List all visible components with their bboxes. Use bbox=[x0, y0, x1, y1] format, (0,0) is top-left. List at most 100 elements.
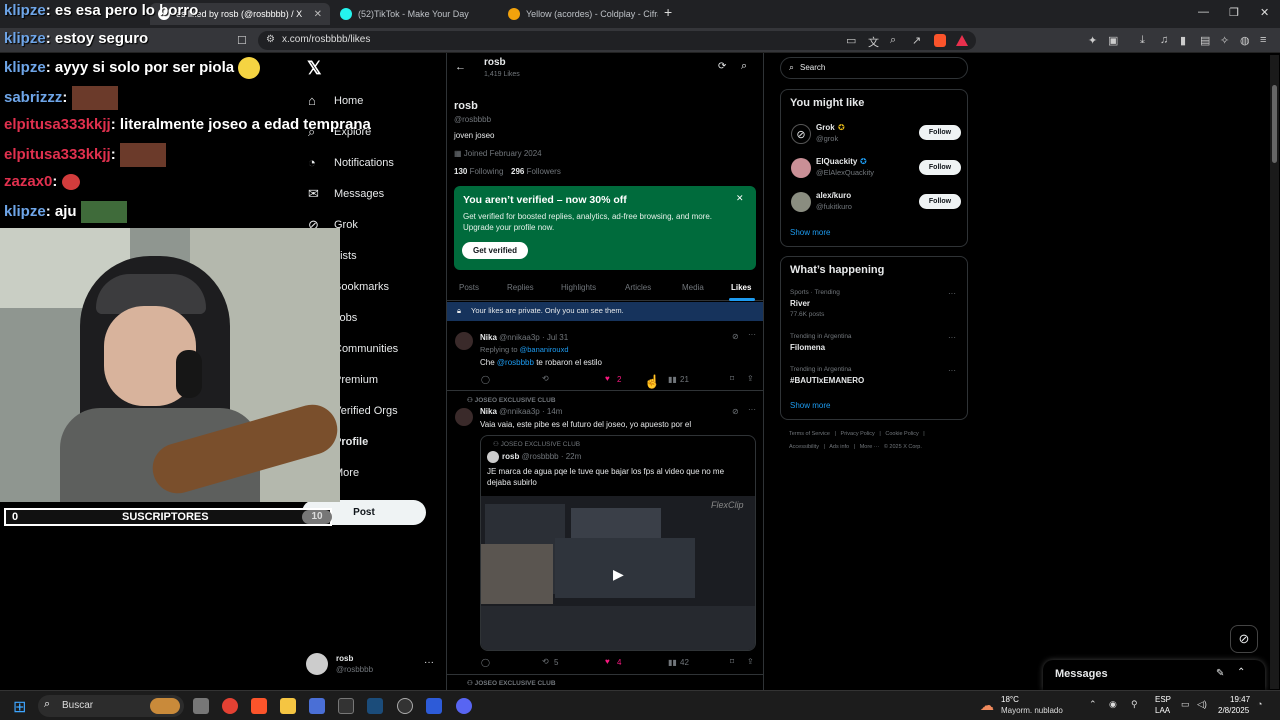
scrollbar-thumb[interactable] bbox=[1272, 85, 1277, 163]
notification-bell-icon[interactable]: ◔ bbox=[1257, 699, 1262, 709]
grok-icon[interactable]: ⊘ bbox=[732, 332, 739, 341]
messages-drawer[interactable]: Messages ✎ ⌃ bbox=[1043, 660, 1265, 690]
lang-layout[interactable]: LAA bbox=[1155, 706, 1170, 715]
share-tweet-icon[interactable]: ⇪ bbox=[747, 374, 754, 383]
tweet-card[interactable]: Nika @nnikaa3p · Jul 31 Replying to @ban… bbox=[447, 324, 763, 391]
like-icon[interactable]: ♥ bbox=[605, 374, 610, 383]
site-info-icon[interactable]: ⚙ bbox=[266, 34, 275, 45]
tab-coldplay[interactable]: Yellow (acordes) - Coldplay - Cifra Cl bbox=[500, 3, 658, 25]
tab-replies[interactable]: Replies bbox=[507, 283, 534, 292]
nav-notifications[interactable]: ◔ Notifications bbox=[308, 155, 394, 170]
brave-rewards-icon[interactable] bbox=[956, 35, 968, 46]
close-tab-icon[interactable]: ✕ bbox=[314, 9, 322, 20]
follow-button[interactable]: Follow bbox=[919, 160, 961, 175]
menu-icon[interactable]: ≡ bbox=[1260, 34, 1266, 46]
more-dots-icon[interactable]: ··· bbox=[748, 330, 756, 339]
volume-icon[interactable]: ◁) bbox=[1197, 699, 1207, 710]
vpn-icon[interactable]: ◍ bbox=[1240, 34, 1250, 47]
chrome-icon[interactable] bbox=[222, 698, 238, 714]
follow-button[interactable]: Follow bbox=[919, 125, 961, 140]
views-icon[interactable]: ▮▮ bbox=[668, 658, 677, 667]
nav-home[interactable]: ⌂ Home bbox=[308, 93, 363, 108]
wallet-icon[interactable]: ▣ bbox=[1108, 34, 1118, 47]
close-window-icon[interactable]: ✕ bbox=[1260, 6, 1269, 19]
wallet2-icon[interactable]: ▤ bbox=[1200, 34, 1210, 47]
store-icon[interactable] bbox=[309, 698, 325, 714]
taskbar-search[interactable]: ⌕ Buscar bbox=[38, 695, 184, 717]
zoom-icon[interactable]: ⌕ bbox=[890, 34, 896, 47]
followers-link[interactable]: 296 Followers bbox=[511, 167, 561, 176]
screen-icon[interactable]: ▭ bbox=[846, 34, 856, 47]
lang-code[interactable]: ESP bbox=[1155, 695, 1171, 704]
back-arrow-icon[interactable]: ← bbox=[455, 61, 466, 73]
search-profile-icon[interactable]: ⌕ bbox=[741, 60, 747, 73]
address-bar[interactable]: ⚙ x.com/rosbbbb/likes ▭ 文 ⌕ ↗ bbox=[258, 31, 976, 50]
bookmark-icon[interactable]: ☐ bbox=[237, 34, 247, 47]
steam-icon[interactable] bbox=[367, 698, 383, 714]
bookmark-tweet-icon[interactable]: ⌑ bbox=[730, 374, 734, 383]
trend-row[interactable]: Trending in Argentina Filomena ··· bbox=[781, 331, 969, 361]
more-dots-icon[interactable]: ··· bbox=[948, 289, 956, 298]
trend-row[interactable]: Sports · Trending River 77.6K posts ··· bbox=[781, 287, 969, 321]
scrollbar[interactable] bbox=[1270, 55, 1279, 689]
retweet-icon[interactable]: ⟲ bbox=[542, 657, 549, 666]
tray-mic-icon[interactable]: ⚲ bbox=[1131, 699, 1138, 710]
grok-float-icon[interactable]: ⊘ bbox=[1230, 625, 1258, 653]
compose-message-icon[interactable]: ✎ bbox=[1216, 668, 1224, 679]
extensions-icon[interactable]: ✦ bbox=[1088, 34, 1097, 47]
more-dots-icon[interactable]: ··· bbox=[748, 405, 756, 414]
suggestion-row[interactable]: ⊘ Grok ✪ @grok Follow bbox=[781, 117, 969, 151]
retweet-icon[interactable]: ⟲ bbox=[542, 374, 549, 383]
download-icon[interactable]: ⤓ bbox=[1140, 34, 1145, 47]
reply-icon[interactable]: ◯ bbox=[481, 658, 490, 667]
app-icon[interactable] bbox=[426, 698, 442, 714]
tray-chevron-icon[interactable]: ⌃ bbox=[1089, 699, 1097, 710]
tab-media[interactable]: Media bbox=[682, 283, 704, 292]
more-dots-icon[interactable]: ··· bbox=[948, 366, 956, 375]
more-dots-icon[interactable]: ··· bbox=[948, 333, 956, 342]
windows-start-icon[interactable]: ⊞ bbox=[13, 697, 26, 717]
account-switcher[interactable]: rosb @rosbbbb ··· bbox=[306, 652, 446, 678]
maximize-icon[interactable]: ❐ bbox=[1229, 6, 1239, 19]
tray-discord-icon[interactable]: ◉ bbox=[1109, 699, 1117, 710]
tab-tiktok[interactable]: (52)TikTok - Make Your Day bbox=[332, 3, 498, 25]
like-icon[interactable]: ♥ bbox=[605, 657, 610, 666]
share-tweet-icon[interactable]: ⇪ bbox=[747, 657, 754, 666]
tab-posts[interactable]: Posts bbox=[459, 283, 479, 292]
close-promo-icon[interactable]: ✕ bbox=[736, 193, 744, 204]
follow-button[interactable]: Follow bbox=[919, 194, 961, 209]
sidebar-icon[interactable]: ▮ bbox=[1180, 34, 1186, 47]
grok-icon[interactable]: ⊘ bbox=[732, 407, 739, 416]
network-icon[interactable]: ▭ bbox=[1181, 699, 1190, 710]
get-verified-button[interactable]: Get verified bbox=[462, 242, 528, 259]
translate-icon[interactable]: 文 bbox=[868, 34, 879, 50]
tab-likes[interactable]: Likes bbox=[731, 283, 751, 292]
footer-links[interactable]: Terms of Service | Privacy Policy | Cook… bbox=[789, 431, 925, 437]
file-explorer-icon[interactable] bbox=[280, 698, 296, 714]
task-view-icon[interactable] bbox=[193, 698, 209, 714]
bookmark-tweet-icon[interactable]: ⌑ bbox=[730, 657, 734, 666]
views-icon[interactable]: ▮▮ bbox=[668, 375, 677, 384]
brave-icon[interactable] bbox=[251, 698, 267, 714]
share-icon[interactable]: ↗ bbox=[912, 34, 921, 47]
play-icon[interactable]: ▶ bbox=[613, 566, 624, 583]
show-more-link[interactable]: Show more bbox=[790, 228, 830, 237]
tab-highlights[interactable]: Highlights bbox=[561, 283, 596, 292]
footer-links[interactable]: Accessibility | Ads info | More ··· © 20… bbox=[789, 444, 922, 450]
trend-row[interactable]: Trending in Argentina #BAUTIxEMANERO ··· bbox=[781, 365, 969, 395]
suggestion-row[interactable]: ElQuackity ✪ @ElAlexQuackity Follow bbox=[781, 152, 969, 186]
suggestion-row[interactable]: alex/kuro @fukitkuro Follow bbox=[781, 186, 969, 220]
tab-articles[interactable]: Articles bbox=[625, 283, 651, 292]
discord-icon[interactable] bbox=[456, 698, 472, 714]
following-link[interactable]: 130 Following bbox=[454, 167, 503, 176]
media-icon[interactable]: ♫ bbox=[1160, 34, 1168, 46]
quoted-tweet[interactable]: ⚇ JOSEO EXCLUSIVE CLUB rosb @rosbbbb · 2… bbox=[480, 435, 756, 651]
nav-messages[interactable]: ✉ Messages bbox=[308, 186, 384, 202]
tweet-card[interactable]: ⚇ JOSEO EXCLUSIVE CLUB Nika @nnikaa3p · … bbox=[447, 392, 763, 675]
search-input[interactable]: ⌕ Search bbox=[780, 57, 968, 79]
expand-icon[interactable]: ⌃ bbox=[1237, 667, 1245, 678]
epic-games-icon[interactable] bbox=[338, 698, 354, 714]
show-more-link[interactable]: Show more bbox=[790, 401, 830, 410]
reply-icon[interactable]: ◯ bbox=[481, 375, 490, 384]
video-thumbnail[interactable]: FlexClip ▶ bbox=[481, 496, 755, 650]
